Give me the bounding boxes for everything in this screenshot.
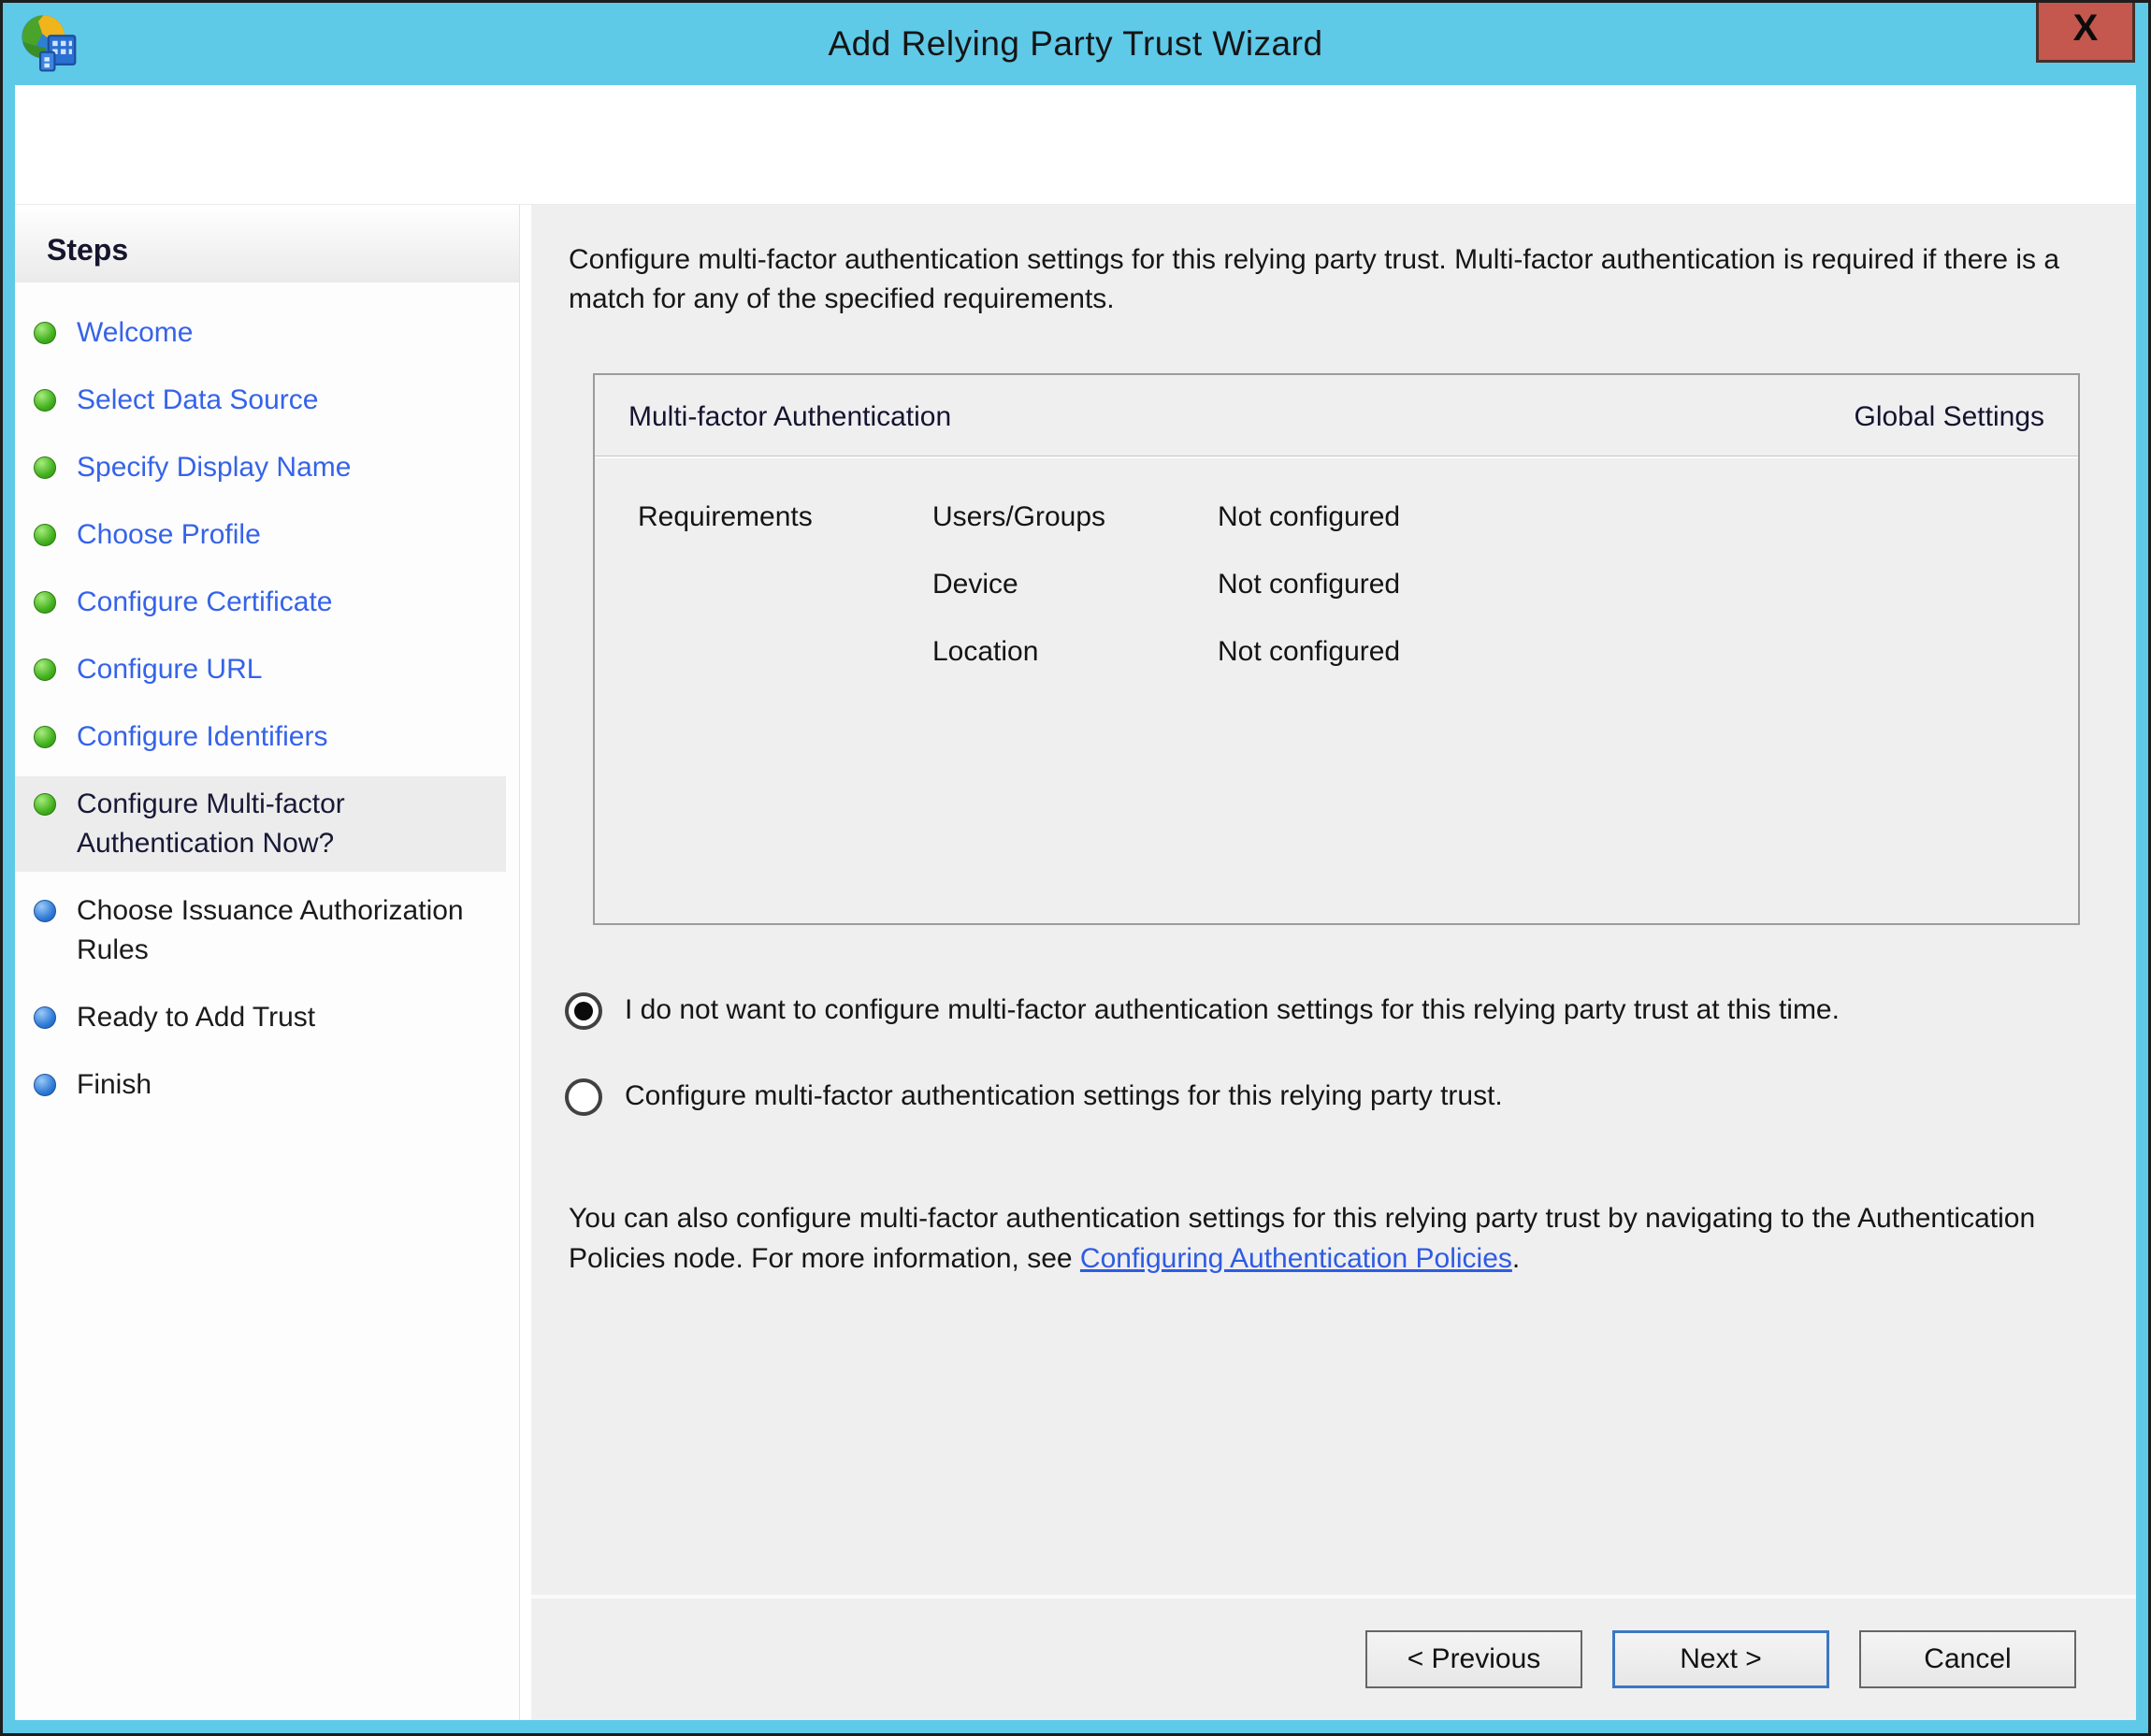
step-specify-display-name[interactable]: Specify Display Name [15, 440, 506, 496]
step-completed-bullet-icon [34, 726, 56, 748]
device-value: Not configured [1218, 569, 2078, 600]
step-configure-url[interactable]: Configure URL [15, 642, 506, 698]
note-text: You can also configure multi-factor auth… [569, 1198, 2086, 1279]
mfa-groupbox-header: Multi-factor Authentication Global Setti… [595, 375, 2078, 456]
mfa-requirements-table: Requirements Users/Groups Not configured… [595, 458, 2078, 668]
step-welcome[interactable]: Welcome [15, 305, 506, 361]
step-configure-multi-factor-authentication-now[interactable]: Configure Multi-factor Authentication No… [15, 776, 506, 872]
close-icon: X [2073, 7, 2099, 50]
table-row-users-groups: Requirements Users/Groups Not configured [638, 501, 2078, 533]
panel-divider-gap [520, 205, 531, 1720]
window-title: Add Relying Party Trust Wizard [3, 24, 2148, 64]
previous-button[interactable]: < Previous [1365, 1630, 1582, 1688]
step-ready-to-add-trust[interactable]: Ready to Add Trust [15, 990, 506, 1046]
radio-option-configure-mfa[interactable]: Configure multi-factor authentication se… [565, 1077, 2086, 1116]
step-completed-bullet-icon [34, 456, 56, 479]
wizard-client-area: Steps Welcome Select Data Source Specify… [15, 85, 2136, 1720]
wizard-window: Add Relying Party Trust Wizard X Steps W… [0, 0, 2151, 1736]
wizard-content: Steps Welcome Select Data Source Specify… [15, 205, 2136, 1720]
step-completed-bullet-icon [34, 524, 56, 546]
radio-unselected-icon[interactable] [565, 1078, 602, 1116]
step-configure-identifiers[interactable]: Configure Identifiers [15, 709, 506, 765]
global-settings-label: Global Settings [1855, 401, 2044, 433]
step-current-bullet-icon [34, 793, 56, 816]
device-label: Device [932, 569, 1218, 600]
step-completed-bullet-icon [34, 591, 56, 614]
users-groups-value: Not configured [1218, 501, 2078, 533]
step-choose-issuance-authorization-rules[interactable]: Choose Issuance Authorization Rules [15, 883, 506, 978]
step-completed-bullet-icon [34, 658, 56, 681]
close-button[interactable]: X [2036, 3, 2135, 63]
steps-heading: Steps [15, 205, 519, 282]
step-completed-bullet-icon [34, 322, 56, 344]
radio-option-skip-mfa[interactable]: I do not want to configure multi-factor … [565, 991, 2086, 1030]
footer-bar: < Previous Next > Cancel [531, 1595, 2136, 1720]
location-label: Location [932, 636, 1218, 668]
step-completed-bullet-icon [34, 389, 56, 412]
configuring-authentication-policies-link[interactable]: Configuring Authentication Policies [1080, 1243, 1512, 1274]
step-upcoming-bullet-icon [34, 1006, 56, 1029]
step-finish[interactable]: Finish [15, 1057, 506, 1113]
adfs-app-icon [18, 11, 83, 77]
requirements-label: Requirements [638, 501, 932, 533]
step-choose-profile[interactable]: Choose Profile [15, 507, 506, 563]
step-upcoming-bullet-icon [34, 1074, 56, 1096]
cancel-button[interactable]: Cancel [1859, 1630, 2076, 1688]
steps-sidebar: Steps Welcome Select Data Source Specify… [15, 205, 520, 1720]
table-row-location: Location Not configured [638, 636, 2078, 668]
users-groups-label: Users/Groups [932, 501, 1218, 533]
location-value: Not configured [1218, 636, 2078, 668]
main-panel: Configure multi-factor authentication se… [531, 205, 2136, 1720]
mfa-settings-groupbox: Multi-factor Authentication Global Setti… [593, 373, 2080, 925]
spacer [531, 1279, 2136, 1595]
step-select-data-source[interactable]: Select Data Source [15, 372, 506, 428]
mfa-groupbox-title: Multi-factor Authentication [628, 401, 951, 433]
step-upcoming-bullet-icon [34, 900, 56, 922]
radio-selected-icon[interactable] [565, 992, 602, 1030]
step-configure-certificate[interactable]: Configure Certificate [15, 574, 506, 630]
wizard-header-band [15, 85, 2136, 205]
intro-text: Configure multi-factor authentication se… [569, 240, 2086, 319]
table-row-device: Device Not configured [638, 569, 2078, 600]
next-button[interactable]: Next > [1612, 1630, 1829, 1688]
titlebar: Add Relying Party Trust Wizard X [3, 3, 2148, 85]
steps-list: Welcome Select Data Source Specify Displ… [15, 305, 519, 1113]
